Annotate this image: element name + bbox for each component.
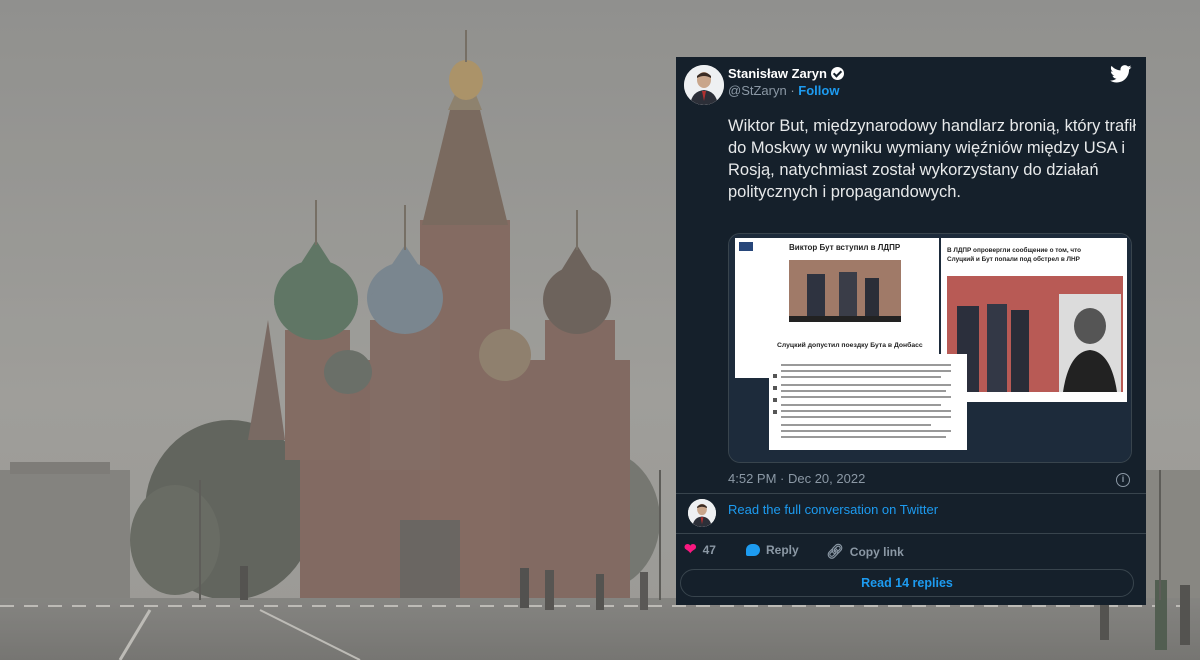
like-count: 47 — [702, 543, 716, 557]
reply-bubble-icon — [746, 544, 760, 556]
read-conversation-link[interactable]: Read the full conversation on Twitter — [728, 502, 938, 517]
author-name-text[interactable]: Stanisław Zaryn — [728, 66, 827, 81]
author-name[interactable]: Stanisław Zaryn — [728, 66, 844, 81]
follow-button[interactable]: Follow — [798, 83, 839, 98]
like-button[interactable]: ❤ 47 — [684, 541, 716, 558]
author-handle[interactable]: @StZaryn — [728, 83, 787, 98]
media-left-subheadline: Слуцкий допустил поездку Бута в Донбасс — [777, 341, 923, 349]
tweet-timestamp[interactable]: 4:52 PM · Dec 20, 2022 — [728, 471, 865, 486]
divider — [676, 493, 1146, 494]
read-replies-button[interactable]: Read 14 replies — [680, 569, 1134, 597]
author-avatar[interactable] — [684, 65, 724, 105]
reply-label: Reply — [766, 543, 799, 557]
media-right-headline-1: В ЛДПР опровергли сообщение о том, что — [947, 246, 1081, 254]
link-icon: 🔗︎ — [826, 543, 844, 559]
copy-link-button[interactable]: 🔗︎ Copy link — [826, 543, 904, 560]
media-left-headline: Виктор Бут вступил в ЛДПР — [789, 243, 901, 252]
divider — [676, 533, 1146, 534]
author-handle-row: @StZaryn · Follow — [728, 83, 839, 98]
reply-button[interactable]: Reply — [746, 543, 799, 557]
tweet-media-image[interactable]: Виктор Бут вступил в ЛДПР Слуцкий допуст… — [728, 233, 1132, 463]
tweet-embed: Stanisław Zaryn @StZaryn · Follow Wiktor… — [676, 57, 1146, 605]
heart-icon: ❤ — [684, 541, 697, 558]
verified-badge-icon — [830, 67, 844, 80]
tweet-actions: ❤ 47 Reply 🔗︎ Copy link — [684, 541, 1124, 560]
tweet-text: Wiktor But, międzynarodowy handlarz bron… — [728, 117, 1137, 201]
copy-link-label: Copy link — [849, 544, 904, 559]
info-icon[interactable]: i — [1116, 473, 1130, 487]
media-right-headline-2: Слуцкий и Бут попали под обстрел в ЛНР — [947, 255, 1081, 263]
twitter-bird-icon[interactable] — [1110, 65, 1132, 88]
author-avatar-small[interactable] — [688, 499, 716, 527]
